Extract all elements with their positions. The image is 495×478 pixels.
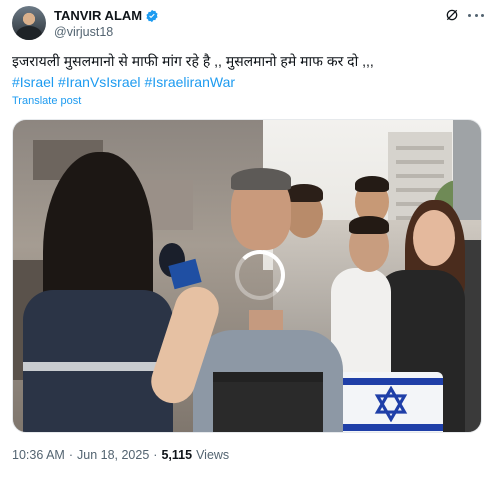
avatar[interactable] (12, 6, 46, 40)
more-dot (468, 14, 471, 17)
video-player[interactable] (12, 119, 482, 433)
grok-icon[interactable] (445, 8, 459, 22)
woman-head (413, 210, 455, 266)
meta-separator: · (153, 448, 158, 462)
bystander (463, 240, 481, 432)
reporter-vest-stripe (23, 362, 173, 371)
author-handle[interactable]: @virjust18 (54, 25, 113, 39)
more-options-icon[interactable] (468, 14, 484, 18)
star-of-david-icon (374, 386, 408, 422)
flag-band (339, 378, 443, 385)
loading-spinner-icon (235, 250, 285, 300)
post-text: इजरायली मुसलमानो से माफी मांग रहे है ,, … (12, 53, 374, 69)
man-hair (231, 168, 291, 190)
bystander-hair (355, 176, 389, 192)
flag-band (339, 424, 443, 431)
hashtag-link[interactable]: #IranVsIsrael (58, 74, 140, 90)
man-belt (213, 372, 323, 382)
man-pants (213, 382, 323, 432)
more-dot (481, 14, 484, 17)
post-meta: 10:36 AM · Jun 18, 2025 · 5,115 Views (12, 448, 229, 462)
avatar-shoulders (16, 26, 42, 40)
young-man-hair (349, 216, 389, 234)
post: TANVIR ALAM @virjust18 इजरायली मुसलमानो … (0, 0, 495, 478)
views-count: 5,115 (161, 448, 193, 462)
hashtag-link[interactable]: #Israel (12, 74, 54, 90)
verified-badge-icon (146, 9, 158, 22)
post-time[interactable]: 10:36 AM (12, 448, 65, 462)
israel-flag (339, 372, 443, 432)
hashtags: #Israel #IranVsIsrael #IsraeliranWar (12, 74, 235, 90)
more-dot (474, 14, 478, 17)
translate-post-link[interactable]: Translate post (12, 95, 81, 107)
views-label: Views (196, 448, 230, 462)
meta-separator: · (68, 448, 73, 462)
hashtag-link[interactable]: #IsraeliranWar (145, 74, 236, 90)
display-name[interactable]: TANVIR ALAM (54, 8, 142, 23)
post-date[interactable]: Jun 18, 2025 (77, 448, 149, 462)
author-name-row[interactable]: TANVIR ALAM (54, 8, 159, 23)
